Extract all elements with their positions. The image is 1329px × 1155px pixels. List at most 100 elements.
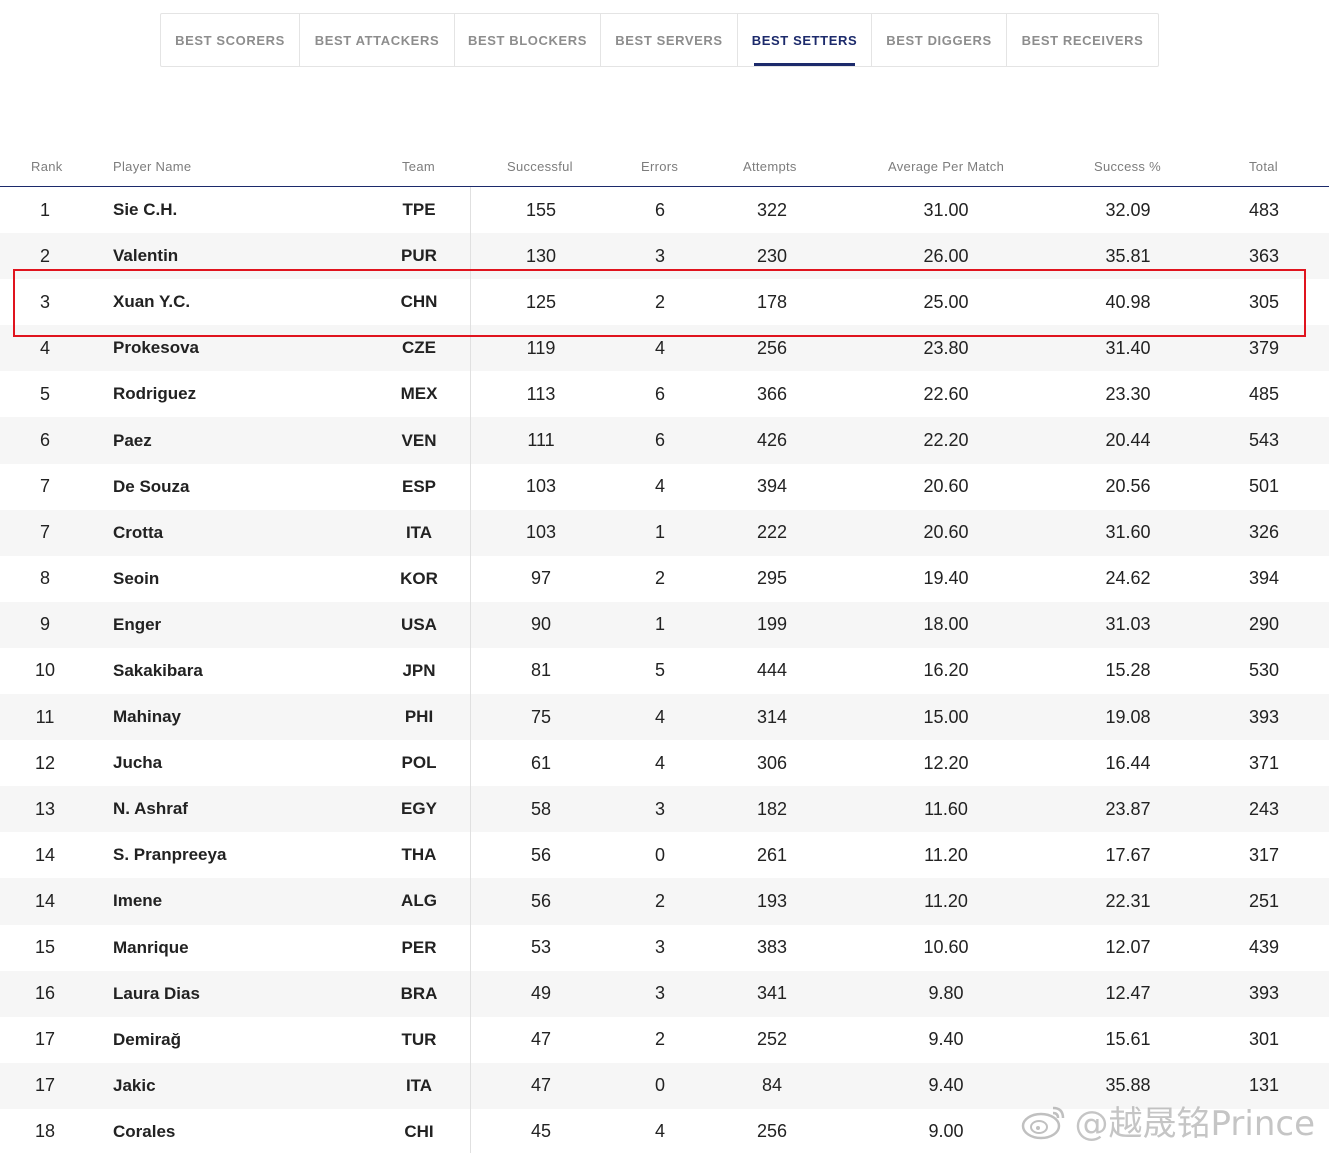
table-row[interactable]: 9EngerUSA90119918.0031.03290: [0, 602, 1329, 648]
cell-player[interactable]: S. Pranpreeya: [113, 832, 226, 878]
cell-errors: 3: [600, 786, 720, 832]
cell-attempts: 306: [712, 740, 832, 786]
tab-best-blockers[interactable]: BEST BLOCKERS: [455, 14, 601, 66]
table-row[interactable]: 6PaezVEN111642622.2020.44543: [0, 417, 1329, 463]
cell-errors: 1: [600, 602, 720, 648]
table-row[interactable]: 16Laura DiasBRA4933419.8012.47393: [0, 971, 1329, 1017]
cell-team: MEX: [359, 371, 479, 417]
cell-total: 439: [1204, 925, 1324, 971]
table-row[interactable]: 17DemirağTUR4722529.4015.61301: [0, 1017, 1329, 1063]
cell-player[interactable]: Imene: [113, 878, 162, 924]
cell-successful: 75: [481, 694, 601, 740]
cell-success-pct: 23.30: [1068, 371, 1188, 417]
cell-player[interactable]: N. Ashraf: [113, 786, 188, 832]
col-player-name[interactable]: Player Name: [113, 159, 191, 174]
cell-total: 530: [1204, 648, 1324, 694]
cell-avg: 20.60: [886, 464, 1006, 510]
highlight-box: [13, 269, 1306, 337]
cell-attempts: 366: [712, 371, 832, 417]
tab-best-receivers[interactable]: BEST RECEIVERS: [1007, 14, 1158, 66]
cell-player[interactable]: Manrique: [113, 925, 189, 971]
cell-errors: 3: [600, 925, 720, 971]
cell-success-pct: 31.60: [1068, 510, 1188, 556]
table-row[interactable]: 13N. AshrafEGY58318211.6023.87243: [0, 786, 1329, 832]
cell-player[interactable]: Jakic: [113, 1063, 156, 1109]
tab-best-servers[interactable]: BEST SERVERS: [601, 14, 738, 66]
col-successful[interactable]: Successful: [507, 159, 573, 174]
cell-avg: 11.60: [886, 786, 1006, 832]
cell-total: 543: [1204, 417, 1324, 463]
tab-best-scorers[interactable]: BEST SCORERS: [161, 14, 300, 66]
cell-attempts: 341: [712, 971, 832, 1017]
table-row[interactable]: 15ManriquePER53338310.6012.07439: [0, 925, 1329, 971]
table-row[interactable]: 8SeoinKOR97229519.4024.62394: [0, 556, 1329, 602]
cell-player[interactable]: De Souza: [113, 464, 190, 510]
table-row[interactable]: 7CrottaITA103122220.6031.60326: [0, 510, 1329, 556]
cell-successful: 90: [481, 602, 601, 648]
cell-success-pct: 32.09: [1068, 187, 1188, 233]
cell-rank: 5: [0, 371, 105, 417]
col-total[interactable]: Total: [1249, 159, 1278, 174]
cell-attempts: 256: [712, 1109, 832, 1155]
cell-total: 485: [1204, 371, 1324, 417]
cell-attempts: 322: [712, 187, 832, 233]
cell-player[interactable]: Sakakibara: [113, 648, 203, 694]
cell-avg: 19.40: [886, 556, 1006, 602]
col-team[interactable]: Team: [402, 159, 435, 174]
watermark: @越晟铭Prince: [1021, 1096, 1316, 1145]
table-row[interactable]: 12JuchaPOL61430612.2016.44371: [0, 740, 1329, 786]
cell-total: 393: [1204, 694, 1324, 740]
tab-best-setters[interactable]: BEST SETTERS: [738, 14, 872, 66]
table-row[interactable]: 7De SouzaESP103439420.6020.56501: [0, 464, 1329, 510]
cell-errors: 3: [600, 971, 720, 1017]
cell-rank: 15: [0, 925, 105, 971]
table-row[interactable]: 5RodriguezMEX113636622.6023.30485: [0, 371, 1329, 417]
cell-player[interactable]: Crotta: [113, 510, 163, 556]
table-row[interactable]: 11MahinayPHI75431415.0019.08393: [0, 694, 1329, 740]
cell-avg: 15.00: [886, 694, 1006, 740]
cell-team: ITA: [359, 1063, 479, 1109]
cell-total: 290: [1204, 602, 1324, 648]
cell-attempts: 444: [712, 648, 832, 694]
table-row[interactable]: 1Sie C.H.TPE155632231.0032.09483: [0, 187, 1329, 233]
tab-best-diggers[interactable]: BEST DIGGERS: [872, 14, 1007, 66]
table-row[interactable]: 14S. PranpreeyaTHA56026111.2017.67317: [0, 832, 1329, 878]
cell-avg: 31.00: [886, 187, 1006, 233]
col-attempts[interactable]: Attempts: [743, 159, 797, 174]
cell-player[interactable]: Rodriguez: [113, 371, 196, 417]
cell-player[interactable]: Corales: [113, 1109, 175, 1155]
cell-avg: 22.20: [886, 417, 1006, 463]
cell-player[interactable]: Paez: [113, 417, 152, 463]
cell-team: ALG: [359, 878, 479, 924]
cell-player[interactable]: Enger: [113, 602, 161, 648]
cell-team: THA: [359, 832, 479, 878]
cell-player[interactable]: Seoin: [113, 556, 159, 602]
tab-best-attackers[interactable]: BEST ATTACKERS: [300, 14, 455, 66]
cell-player[interactable]: Demirağ: [113, 1017, 181, 1063]
cell-player[interactable]: Jucha: [113, 740, 162, 786]
cell-total: 251: [1204, 878, 1324, 924]
cell-team: CHI: [359, 1109, 479, 1155]
cell-avg: 9.00: [886, 1109, 1006, 1155]
cell-rank: 7: [0, 510, 105, 556]
cell-player[interactable]: Sie C.H.: [113, 187, 177, 233]
cell-successful: 56: [481, 832, 601, 878]
watermark-text: @越晟铭Prince: [1075, 1096, 1316, 1145]
cell-success-pct: 20.56: [1068, 464, 1188, 510]
cell-attempts: 199: [712, 602, 832, 648]
cell-attempts: 84: [712, 1063, 832, 1109]
cell-errors: 2: [600, 878, 720, 924]
cell-player[interactable]: Mahinay: [113, 694, 181, 740]
cell-rank: 11: [0, 694, 105, 740]
cell-player[interactable]: Laura Dias: [113, 971, 200, 1017]
stats-tabs: BEST SCORERSBEST ATTACKERSBEST BLOCKERSB…: [160, 13, 1159, 67]
col-rank[interactable]: Rank: [31, 159, 63, 174]
col-errors[interactable]: Errors: [641, 159, 678, 174]
cell-avg: 11.20: [886, 878, 1006, 924]
table-row[interactable]: 10SakakibaraJPN81544416.2015.28530: [0, 648, 1329, 694]
col-success-pct[interactable]: Success %: [1094, 159, 1161, 174]
table-row[interactable]: 14ImeneALG56219311.2022.31251: [0, 878, 1329, 924]
col-average-per-match[interactable]: Average Per Match: [888, 159, 1004, 174]
cell-attempts: 222: [712, 510, 832, 556]
cell-total: 483: [1204, 187, 1324, 233]
